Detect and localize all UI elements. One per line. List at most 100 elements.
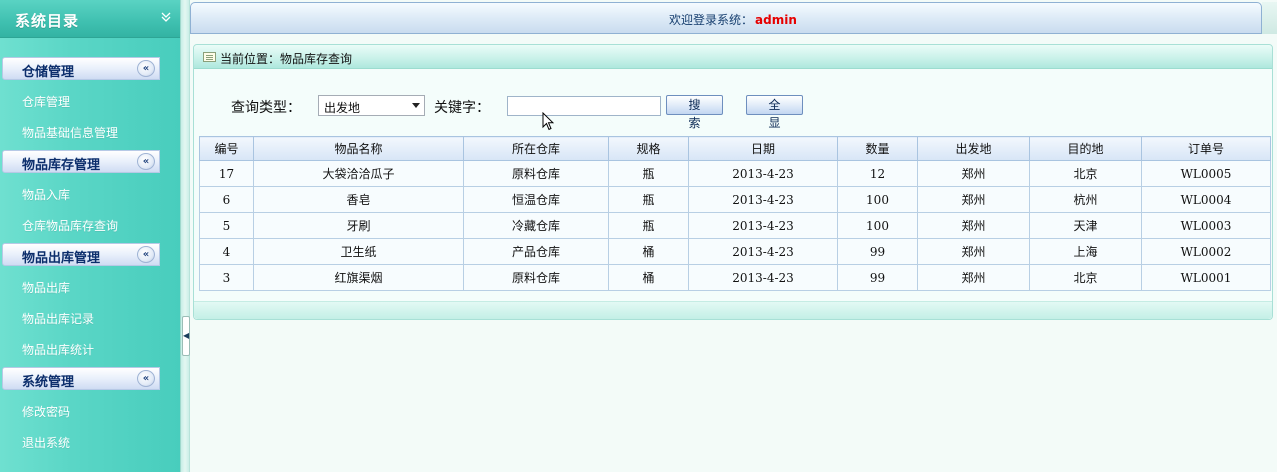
sidebar-item-stock-out[interactable]: 物品出库 (22, 279, 70, 296)
sidebar-item-stock-out-stats[interactable]: 物品出库统计 (22, 341, 94, 358)
table-row: 5 牙刷 冷藏仓库 瓶 2013-4-23 100 郑州 天津 WL0003 (199, 212, 1271, 239)
main-panel: 当前位置：物品库存查询 查询类型： 出发地 关键字： 搜 索 全 显 编号 物品… (193, 44, 1273, 320)
group-outbound-management[interactable]: 物品出库管理 « (2, 243, 178, 266)
column-header: 所在仓库 (463, 136, 609, 161)
sidebar-splitter[interactable]: ◀ (180, 0, 190, 472)
table-row: 6 香皂 恒温仓库 瓶 2013-4-23 100 郑州 杭州 WL0004 (199, 186, 1271, 213)
column-header: 规格 (608, 136, 689, 161)
group-label: 物品库存管理 (22, 158, 101, 173)
table-cell: WL0001 (1141, 264, 1271, 291)
panel-footer (194, 301, 1272, 319)
page-icon (203, 52, 216, 62)
table-cell: 4 (199, 238, 254, 265)
table-cell: 原料仓库 (463, 160, 609, 187)
table-cell: 桶 (608, 264, 689, 291)
table-cell: 17 (199, 160, 254, 187)
dropdown-arrow-icon (412, 103, 420, 108)
table-cell: 郑州 (917, 238, 1030, 265)
table-cell: 6 (199, 186, 254, 213)
table-cell: 北京 (1029, 264, 1142, 291)
search-button[interactable]: 搜 索 (666, 95, 723, 130)
top-bar-edge (1262, 2, 1277, 34)
table-cell: 产品仓库 (463, 238, 609, 265)
welcome-text: 欢迎登录系统： (669, 13, 754, 27)
double-chevron-down-icon[interactable] (158, 11, 174, 27)
table-cell: 99 (837, 238, 918, 265)
table-row: 4 卫生纸 产品仓库 桶 2013-4-23 99 郑州 上海 WL0002 (199, 238, 1271, 265)
collapse-group-icon[interactable]: « (137, 246, 155, 263)
table-cell: 原料仓库 (463, 264, 609, 291)
table-cell: 2013-4-23 (688, 186, 838, 213)
table-cell: 恒温仓库 (463, 186, 609, 213)
table-cell: 郑州 (917, 264, 1030, 291)
table-cell: 100 (837, 186, 918, 213)
table-cell: 瓶 (608, 212, 689, 239)
table-cell: 2013-4-23 (688, 264, 838, 291)
collapse-group-icon[interactable]: « (137, 370, 155, 387)
sidebar-item-stock-in[interactable]: 物品入库 (22, 186, 70, 203)
collapse-group-icon[interactable]: « (137, 60, 155, 77)
table-cell: 郑州 (917, 186, 1030, 213)
sidebar-item-change-password[interactable]: 修改密码 (22, 403, 70, 420)
breadcrumb-text: 当前位置：物品库存查询 (220, 52, 353, 66)
group-label: 系统管理 (22, 375, 75, 390)
table-cell: 杭州 (1029, 186, 1142, 213)
table-cell: 天津 (1029, 212, 1142, 239)
column-header: 日期 (688, 136, 838, 161)
table-cell: 100 (837, 212, 918, 239)
search-type-select[interactable]: 出发地 (318, 95, 425, 116)
keyword-input[interactable] (507, 96, 661, 116)
collapse-group-icon[interactable]: « (137, 153, 155, 170)
table-cell: 冷藏仓库 (463, 212, 609, 239)
table-cell: 牙刷 (253, 212, 464, 239)
group-label: 物品出库管理 (22, 251, 101, 266)
group-system-management[interactable]: 系统管理 « (2, 367, 178, 390)
column-header: 订单号 (1141, 136, 1271, 161)
column-header: 目的地 (1029, 136, 1142, 161)
table-cell: 2013-4-23 (688, 238, 838, 265)
sidebar-item-item-info[interactable]: 物品基础信息管理 (22, 124, 118, 141)
table-cell: 2013-4-23 (688, 212, 838, 239)
search-type-label: 查询类型： (231, 100, 301, 116)
sidebar-item-warehouse[interactable]: 仓库管理 (22, 93, 70, 110)
collapse-sidebar-icon[interactable]: ◀ (182, 316, 190, 356)
table-cell: 99 (837, 264, 918, 291)
table-cell: WL0002 (1141, 238, 1271, 265)
sidebar-item-stock-out-records[interactable]: 物品出库记录 (22, 310, 94, 327)
table-cell: 北京 (1029, 160, 1142, 187)
mouse-cursor-icon (542, 112, 554, 131)
welcome-message: 欢迎登录系统： admin (669, 11, 797, 28)
table-cell: 5 (199, 212, 254, 239)
group-label: 仓储管理 (22, 65, 75, 80)
table-row: 17 大袋洽洽瓜子 原料仓库 瓶 2013-4-23 12 郑州 北京 WL00… (199, 160, 1271, 187)
table-cell: 瓶 (608, 160, 689, 187)
sidebar-title: 系统目录 (15, 12, 80, 30)
inventory-table: 编号 物品名称 所在仓库 规格 日期 数量 出发地 目的地 订单号 17 大袋洽… (199, 136, 1271, 291)
table-cell: 卫生纸 (253, 238, 464, 265)
username: admin (755, 13, 797, 27)
top-bar: 欢迎登录系统： admin (190, 2, 1262, 34)
column-header: 数量 (837, 136, 918, 161)
sidebar-item-logout[interactable]: 退出系统 (22, 434, 70, 451)
group-inventory-management[interactable]: 物品库存管理 « (2, 150, 178, 173)
keyword-label: 关键字： (434, 100, 490, 116)
search-type-value: 出发地 (324, 101, 361, 115)
column-header: 编号 (199, 136, 254, 161)
table-cell: 瓶 (608, 186, 689, 213)
table-cell: WL0003 (1141, 212, 1271, 239)
table-cell: 12 (837, 160, 918, 187)
sidebar: 系统目录 仓储管理 « 仓库管理 物品基础信息管理 物品库存管理 « 物品入库 … (0, 0, 180, 472)
table-header-row: 编号 物品名称 所在仓库 规格 日期 数量 出发地 目的地 订单号 (199, 136, 1271, 161)
table-cell: 红旗渠烟 (253, 264, 464, 291)
table-cell: 上海 (1029, 238, 1142, 265)
table-cell: 桶 (608, 238, 689, 265)
table-cell: 香皂 (253, 186, 464, 213)
sidebar-header: 系统目录 (0, 0, 180, 38)
table-cell: 郑州 (917, 212, 1030, 239)
group-warehouse-management[interactable]: 仓储管理 « (2, 57, 178, 80)
table-cell: 郑州 (917, 160, 1030, 187)
sidebar-item-stock-query[interactable]: 仓库物品库存查询 (22, 217, 118, 234)
table-cell: WL0004 (1141, 186, 1271, 213)
show-all-button[interactable]: 全 显 (746, 95, 803, 130)
table-row: 3 红旗渠烟 原料仓库 桶 2013-4-23 99 郑州 北京 WL0001 (199, 264, 1271, 291)
